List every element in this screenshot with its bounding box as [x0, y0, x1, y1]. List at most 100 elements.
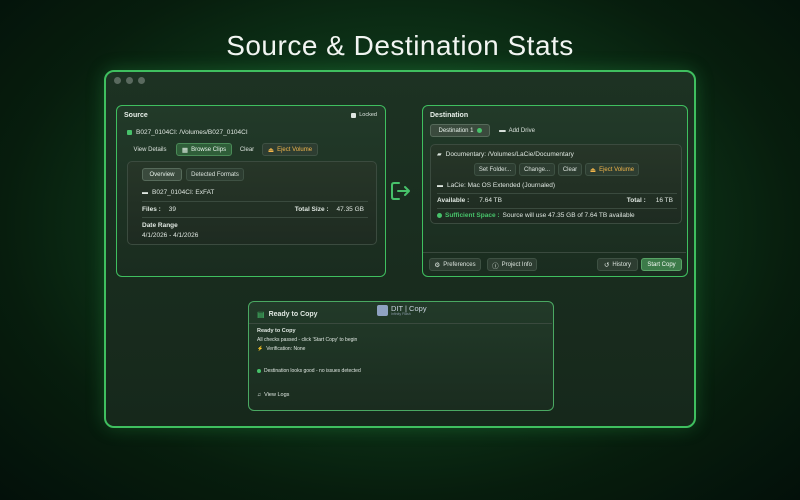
source-eject-button[interactable]: ⏏ Eject Volume [262, 143, 318, 156]
destination-clear-button[interactable]: Clear [558, 163, 582, 176]
dit-copy-logo: DIT | Copy Infinity Flash [377, 305, 427, 316]
check-icon [476, 128, 482, 133]
date-range-label: Date Range [142, 222, 178, 229]
preferences-button[interactable]: ⚙ Preferences [429, 258, 481, 271]
total-row: Total : 16 TB [627, 197, 673, 204]
logs-icon: ♫ [257, 392, 262, 398]
destination-drive-line: ▬ LaCie: Mac OS Extended (Journaled) [437, 182, 555, 189]
folder-path: Documentary: /Volumes/LaCie/Documentary [445, 151, 574, 158]
source-panel: Source Locked B027_0104CI: /Volumes/B027… [116, 105, 386, 277]
date-range-value: 4/1/2026 - 4/1/2026 [142, 232, 199, 239]
ready-panel: ▤ Ready to Copy DIT | Copy Infinity Flas… [248, 301, 554, 411]
source-drive-line: ▬ B027_0104CI: ExFAT [142, 189, 214, 196]
close-window-button[interactable] [114, 77, 121, 84]
destination-eject-button[interactable]: ⏏ Eject Volume [585, 163, 639, 176]
set-folder-button[interactable]: Set Folder... [474, 163, 516, 176]
lock-icon [351, 112, 357, 118]
lock-label: Locked [359, 112, 377, 118]
drive-icon: ▬ [499, 127, 506, 134]
divider [423, 252, 686, 253]
tab-destination-1[interactable]: Destination 1 [430, 124, 490, 137]
divider [249, 323, 552, 324]
total-size-value: 47.35 GB [336, 206, 364, 213]
ready-title: Ready to Copy [268, 311, 318, 318]
transfer-arrow-icon [390, 180, 412, 202]
headline: Source & Destination Stats [226, 30, 574, 61]
project-info-button[interactable]: ⓘ Project Info [487, 258, 537, 271]
start-copy-label: Start Copy [647, 261, 676, 268]
minimize-window-button[interactable] [126, 77, 133, 84]
sufficient-label: Sufficient Space : [445, 212, 500, 219]
project-info-label: Project Info [501, 261, 532, 268]
change-label: Change... [523, 166, 551, 173]
history-icon: ↺ [603, 261, 610, 269]
total-label: Total : [626, 197, 646, 204]
check-circle-icon [437, 213, 442, 218]
divider [437, 193, 677, 194]
destination-title: Destination [430, 112, 469, 119]
available-label: Available : [437, 197, 470, 204]
set-folder-label: Set Folder... [478, 166, 512, 173]
clipboard-icon: ▤ [257, 310, 265, 319]
browse-clips-button[interactable]: ▦ Browse Clips [176, 143, 232, 156]
divider [437, 208, 677, 209]
zoom-window-button[interactable] [138, 77, 145, 84]
view-details-button[interactable]: View Details [127, 143, 173, 156]
destination-drive-name: LaCie: Mac OS Extended (Journaled) [447, 182, 556, 189]
tab-destination-1-label: Destination 1 [438, 127, 474, 134]
history-button[interactable]: ↺ History [597, 258, 638, 271]
divider [142, 201, 368, 202]
add-drive-button[interactable]: ▬ Add Drive [493, 124, 541, 137]
folder-icon: ▰ [437, 152, 442, 158]
bolt-icon: ⚡ [257, 346, 264, 352]
source-drive-name: B027_0104CI: ExFAT [152, 189, 215, 196]
available-value: 7.64 TB [479, 197, 502, 204]
tab-overview-label: Overview [149, 171, 175, 178]
eject-icon: ⏏ [589, 166, 597, 174]
dest-ok-row: Destination looks good - no issues detec… [257, 368, 361, 374]
history-label: History [612, 261, 632, 268]
total-size-label: Total Size : [294, 206, 329, 213]
film-icon: ▦ [181, 146, 189, 154]
sufficient-space-row: Sufficient Space : Source will use 47.35… [437, 212, 635, 219]
start-copy-button[interactable]: Start Copy [641, 258, 682, 271]
app-window: Source Locked B027_0104CI: /Volumes/B027… [104, 70, 696, 428]
tab-formats-label: Detected Formats [191, 171, 239, 178]
tab-detected-formats[interactable]: Detected Formats [186, 168, 244, 181]
source-overview-box: Overview Detected Formats ▬ B027_0104CI:… [127, 161, 377, 245]
folder-line: ▰ Documentary: /Volumes/LaCie/Documentar… [437, 151, 574, 158]
divider [142, 217, 368, 218]
verification-text: Verification: None [266, 346, 306, 352]
destination-clear-label: Clear [562, 166, 578, 173]
view-details-label: View Details [133, 146, 167, 153]
source-volume-line: B027_0104CI: /Volumes/B027_0104CI [127, 129, 248, 136]
dest-ok-text: Destination looks good - no issues detec… [264, 368, 361, 374]
sufficient-text: Source will use 47.35 GB of 7.64 TB avai… [502, 212, 635, 219]
add-drive-label: Add Drive [508, 127, 535, 134]
files-row: Files : 39 [142, 206, 176, 213]
total-size-row: Total Size : 47.35 GB [295, 206, 364, 213]
drive-icon: ▬ [142, 189, 148, 196]
status-title: Ready to Copy [257, 328, 296, 334]
tab-overview[interactable]: Overview [142, 168, 182, 181]
view-logs-label: View Logs [264, 392, 290, 398]
status-desc: All checks passed - click 'Start Copy' t… [257, 337, 358, 343]
gear-icon: ⚙ [434, 261, 441, 269]
preferences-label: Preferences [443, 261, 476, 268]
destination-eject-label: Eject Volume [599, 166, 635, 173]
source-clear-button[interactable]: Clear [235, 143, 259, 156]
change-button[interactable]: Change... [519, 163, 555, 176]
files-label: Files : [142, 206, 161, 213]
files-value: 39 [168, 206, 177, 213]
total-value: 16 TB [655, 197, 673, 204]
ready-header: ▤ Ready to Copy [257, 310, 318, 319]
destination-panel: Destination Destination 1 ▬ Add Drive ▰ … [422, 105, 688, 277]
verification-row: ⚡ Verification: None [257, 346, 305, 352]
available-row: Available : 7.64 TB [437, 197, 502, 204]
eject-icon: ⏏ [267, 146, 275, 154]
source-volume-card: B027_0104CI: /Volumes/B027_0104CI View D… [122, 124, 380, 246]
logo-icon [377, 305, 388, 316]
source-clear-label: Clear [239, 146, 255, 153]
view-logs-link[interactable]: ♫ View Logs [257, 392, 289, 398]
lock-status: Locked [351, 112, 377, 118]
